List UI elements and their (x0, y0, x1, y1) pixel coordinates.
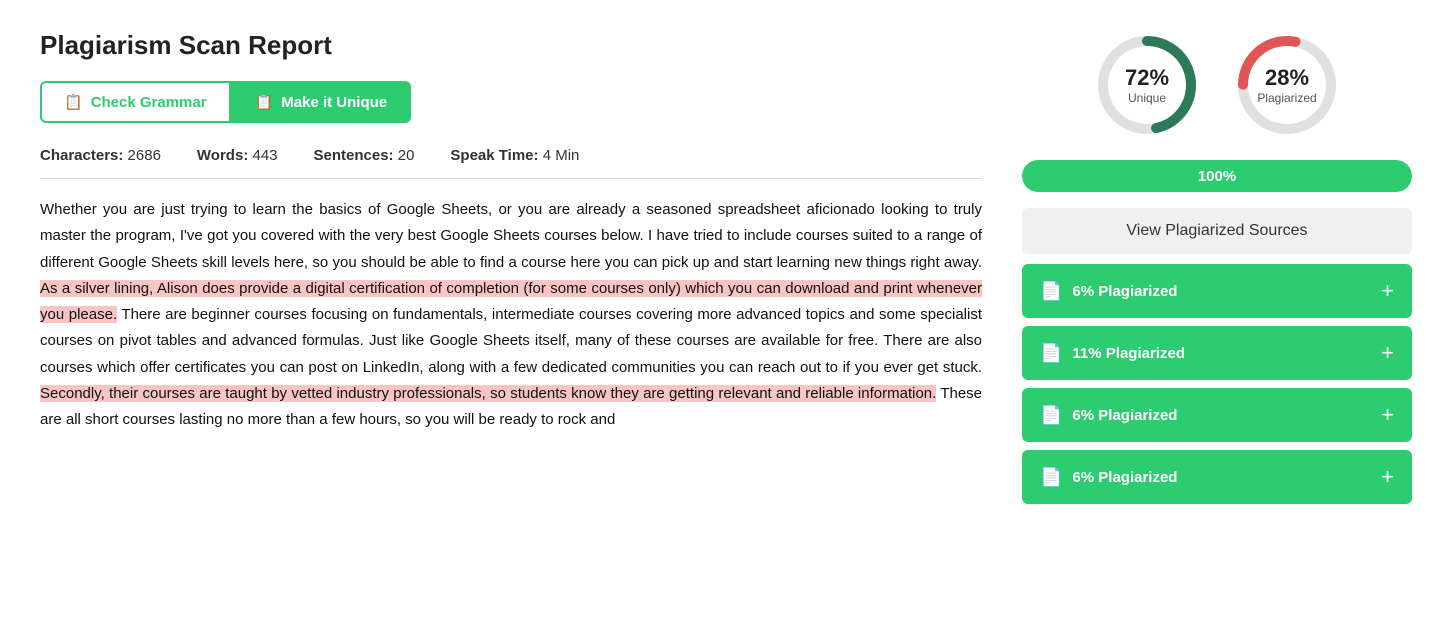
unique-center-text: 72% Unique (1125, 65, 1169, 105)
speak-time-stat: Speak Time: 4 Min (450, 147, 579, 164)
plagiarism-item-3[interactable]: 📄 6% Plagiarized + (1022, 388, 1412, 442)
unique-percent: 72% (1125, 65, 1169, 91)
plagiarized-donut: 28% Plagiarized (1232, 30, 1342, 140)
plagiarism-item-4-left: 📄 6% Plagiarized (1040, 467, 1177, 488)
plus-icon-3: + (1381, 402, 1394, 428)
speak-time-label: Speak Time: (450, 147, 538, 164)
characters-value: 2686 (128, 147, 161, 164)
text-before-highlight1: Whether you are just trying to learn the… (40, 201, 982, 271)
plagiarized-label: Plagiarized (1257, 91, 1316, 105)
unique-chart-container: 72% Unique (1092, 30, 1202, 140)
plagiarism-items-list: 📄 6% Plagiarized + 📄 11% Plagiarized + 📄… (1022, 264, 1412, 504)
check-grammar-button[interactable]: 📋 Check Grammar (40, 81, 231, 123)
doc-icon-4: 📄 (1040, 467, 1062, 488)
right-column: 72% Unique 28% Plagiarized (1022, 30, 1412, 512)
progress-value: 100% (1198, 168, 1236, 185)
charts-row: 72% Unique 28% Plagiarized (1022, 30, 1412, 140)
sentences-stat: Sentences: 20 (314, 147, 415, 164)
text-between: There are beginner courses focusing on f… (40, 306, 982, 376)
view-plagiarized-sources-button[interactable]: View Plagiarized Sources (1022, 208, 1412, 254)
doc-icon-1: 📄 (1040, 281, 1062, 302)
sentences-label: Sentences: (314, 147, 394, 164)
characters-label: Characters: (40, 147, 123, 164)
plagiarism-item-1[interactable]: 📄 6% Plagiarized + (1022, 264, 1412, 318)
make-unique-label: Make it Unique (281, 94, 387, 111)
plagiarism-item-3-label: 6% Plagiarized (1072, 407, 1177, 424)
content-text: Whether you are just trying to learn the… (40, 197, 982, 433)
stats-row: Characters: 2686 Words: 443 Sentences: 2… (40, 147, 982, 179)
make-unique-icon: 📋 (255, 93, 274, 111)
plagiarism-item-3-left: 📄 6% Plagiarized (1040, 405, 1177, 426)
characters-stat: Characters: 2686 (40, 147, 161, 164)
plagiarized-center-text: 28% Plagiarized (1257, 65, 1316, 105)
unique-donut: 72% Unique (1092, 30, 1202, 140)
plus-icon-1: + (1381, 278, 1394, 304)
sentences-value: 20 (398, 147, 415, 164)
plus-icon-4: + (1381, 464, 1394, 490)
plagiarism-item-2-label: 11% Plagiarized (1072, 345, 1185, 362)
action-buttons: 📋 Check Grammar 📋 Make it Unique (40, 81, 982, 123)
page-title: Plagiarism Scan Report (40, 30, 982, 61)
progress-bar-fill: 100% (1022, 160, 1412, 192)
main-layout: Plagiarism Scan Report 📋 Check Grammar 📋… (40, 30, 1412, 512)
plagiarized-chart-container: 28% Plagiarized (1232, 30, 1342, 140)
doc-icon-3: 📄 (1040, 405, 1062, 426)
progress-bar-container: 100% (1022, 160, 1412, 192)
plagiarism-item-4[interactable]: 📄 6% Plagiarized + (1022, 450, 1412, 504)
make-unique-button[interactable]: 📋 Make it Unique (231, 81, 412, 123)
doc-icon-2: 📄 (1040, 343, 1062, 364)
check-grammar-icon: 📋 (64, 93, 83, 111)
words-label: Words: (197, 147, 248, 164)
unique-label: Unique (1125, 91, 1169, 105)
left-column: Plagiarism Scan Report 📋 Check Grammar 📋… (40, 30, 982, 512)
speak-time-value: 4 Min (543, 147, 580, 164)
plus-icon-2: + (1381, 340, 1394, 366)
plagiarism-item-1-label: 6% Plagiarized (1072, 283, 1177, 300)
words-value: 443 (252, 147, 277, 164)
plagiarized-percent: 28% (1257, 65, 1316, 91)
plagiarism-item-1-left: 📄 6% Plagiarized (1040, 281, 1177, 302)
check-grammar-label: Check Grammar (91, 94, 207, 111)
words-stat: Words: 443 (197, 147, 278, 164)
plagiarism-item-2[interactable]: 📄 11% Plagiarized + (1022, 326, 1412, 380)
plagiarism-item-4-label: 6% Plagiarized (1072, 469, 1177, 486)
highlight-text-2: Secondly, their courses are taught by ve… (40, 385, 936, 402)
plagiarism-item-2-left: 📄 11% Plagiarized (1040, 343, 1185, 364)
